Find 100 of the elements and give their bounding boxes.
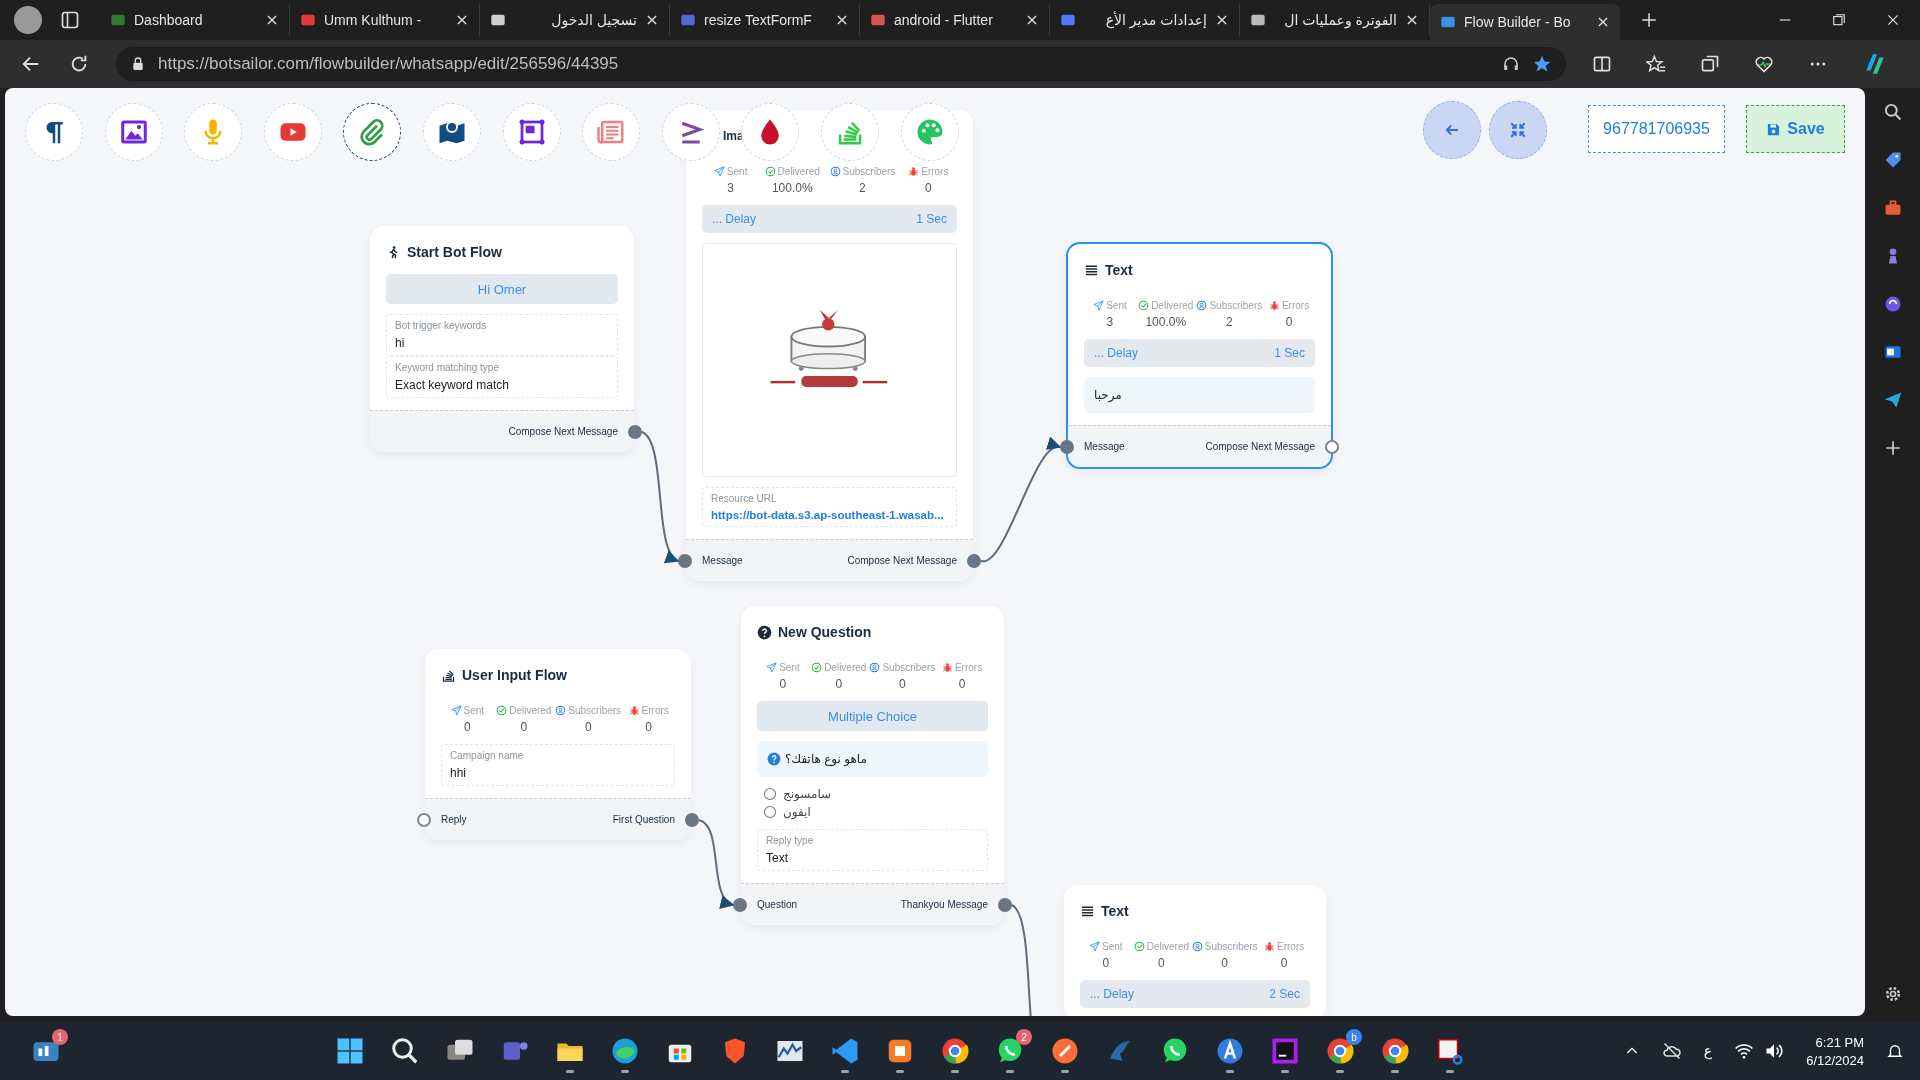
browser-tab[interactable]: تسجيل الدخول bbox=[480, 4, 670, 36]
browser-tab[interactable]: Flow Builder - Bo bbox=[1430, 4, 1620, 40]
port-label: Message bbox=[702, 555, 743, 566]
check-circle-icon bbox=[1133, 941, 1145, 952]
restore-icon[interactable] bbox=[1832, 13, 1846, 27]
connection-port[interactable] bbox=[685, 813, 699, 827]
browser-icon[interactable] bbox=[610, 1036, 640, 1066]
connection-port[interactable] bbox=[733, 898, 747, 912]
flow-node[interactable]: Text Sent 0 Delivered 0 Subscribers 0 Errors 0 ... Delay 2 Sec bbox=[1064, 885, 1326, 1016]
check-circle-icon bbox=[811, 662, 823, 673]
address-field[interactable]: https://botsailor.com/flowbuilder/whatsapp/edit/256596/44395 bbox=[116, 47, 1566, 81]
collections-icon[interactable] bbox=[1700, 54, 1720, 74]
field-value: Text bbox=[766, 851, 789, 865]
bug-icon bbox=[628, 705, 640, 716]
close-icon[interactable] bbox=[455, 13, 469, 27]
stat-label: Delivered bbox=[1146, 941, 1189, 952]
connection-port[interactable] bbox=[417, 813, 431, 827]
connection-port[interactable] bbox=[998, 898, 1012, 912]
port-label: Compose Next Message bbox=[847, 555, 957, 566]
stat-value: 0 bbox=[1279, 956, 1289, 970]
help-icon bbox=[767, 752, 781, 766]
stat-value: 0 bbox=[1157, 956, 1166, 970]
connection-port[interactable] bbox=[1060, 440, 1074, 454]
url-link[interactable]: https://bot-data.s3.ap-southeast-1.wasab... bbox=[711, 509, 948, 521]
bug-icon bbox=[1264, 941, 1276, 952]
tab-actions-icon[interactable] bbox=[60, 10, 80, 30]
close-icon[interactable] bbox=[1886, 13, 1900, 27]
connection-port[interactable] bbox=[967, 554, 981, 568]
check-circle-icon bbox=[1138, 300, 1150, 311]
stat-label: Delivered bbox=[824, 662, 867, 673]
browser-tab[interactable]: Umm Kulthum - bbox=[290, 4, 480, 36]
stat-value: 0 bbox=[924, 181, 933, 195]
user-circle-icon bbox=[1196, 300, 1208, 311]
stat-value: 0 bbox=[1284, 315, 1294, 329]
stat-value: 0 bbox=[1220, 956, 1230, 970]
stat-label: Sent bbox=[1102, 941, 1123, 952]
clock-date: 6/12/2024 bbox=[1806, 1052, 1864, 1068]
clock[interactable]: 6:21 PM 6/12/2024 bbox=[1806, 1034, 1864, 1068]
code-editor-icon[interactable] bbox=[830, 1036, 860, 1066]
new-tab-icon[interactable] bbox=[1640, 11, 1658, 29]
count-badge: 2 bbox=[1016, 1029, 1032, 1045]
port-label: Compose Next Message bbox=[1205, 441, 1315, 452]
browser-tab[interactable]: إعدادات مدير الأع bbox=[1050, 4, 1240, 36]
headphones-icon[interactable] bbox=[1502, 55, 1520, 73]
browser-tab[interactable]: Dashboard bbox=[100, 4, 290, 36]
radio-button[interactable] bbox=[763, 787, 777, 801]
close-icon[interactable] bbox=[1215, 13, 1229, 27]
field-value: hhi bbox=[450, 766, 467, 780]
stat-value: 0 bbox=[519, 720, 529, 734]
field-label: Reply type bbox=[766, 835, 815, 846]
wifi-icon[interactable] bbox=[1734, 1041, 1755, 1061]
user-circle-icon bbox=[1191, 941, 1203, 952]
connection-port[interactable] bbox=[678, 554, 692, 568]
browser-tab[interactable]: android - Flutter bbox=[860, 4, 1050, 36]
stat-label: Delivered bbox=[509, 705, 552, 716]
phone-number-field[interactable]: 967781706935 bbox=[1588, 105, 1725, 153]
delay-value: 1 Sec bbox=[916, 212, 947, 226]
close-icon[interactable] bbox=[265, 13, 279, 27]
input-language-indicator[interactable]: ع bbox=[1703, 1043, 1713, 1059]
delay-value: 2 Sec bbox=[1269, 987, 1300, 1001]
favicon-icon bbox=[680, 12, 696, 28]
collapse-button[interactable] bbox=[1489, 101, 1547, 159]
browser-icon[interactable] bbox=[1380, 1036, 1410, 1066]
count-badge: 1 bbox=[52, 1029, 68, 1045]
profile-avatar[interactable] bbox=[14, 6, 42, 34]
notification-bell-icon[interactable] bbox=[1886, 1042, 1904, 1060]
search-icon[interactable] bbox=[1882, 102, 1903, 122]
close-icon[interactable] bbox=[835, 13, 849, 27]
connection-port[interactable] bbox=[1325, 440, 1339, 454]
heart-icon[interactable] bbox=[1754, 54, 1774, 74]
user-circle-icon bbox=[555, 705, 567, 716]
close-icon[interactable] bbox=[645, 13, 659, 27]
port-label: Reply bbox=[441, 814, 467, 825]
code-editor-icon[interactable] bbox=[1270, 1036, 1300, 1066]
star-icon[interactable] bbox=[1532, 54, 1552, 74]
radio-button[interactable] bbox=[763, 805, 777, 819]
stat-label: Sent bbox=[1106, 300, 1127, 311]
favicon-icon bbox=[870, 12, 886, 28]
stat-value: 2 bbox=[1225, 315, 1234, 329]
windows-icon[interactable] bbox=[335, 1036, 365, 1066]
browser-tab[interactable]: resize TextFormF bbox=[670, 4, 860, 36]
connection-port[interactable] bbox=[628, 425, 642, 439]
browser-icon[interactable] bbox=[940, 1036, 970, 1066]
search-icon[interactable] bbox=[390, 1036, 420, 1066]
port-label: Thankyou Message bbox=[900, 899, 988, 910]
option-label: سامسونج bbox=[783, 787, 832, 801]
stat-label: Sent bbox=[726, 166, 748, 177]
profile-badge: b bbox=[1346, 1029, 1362, 1045]
cloud-off-icon[interactable] bbox=[1661, 1041, 1682, 1061]
favorites-icon[interactable] bbox=[1646, 54, 1666, 74]
close-icon[interactable] bbox=[1596, 15, 1610, 29]
stat-label: Errors bbox=[921, 166, 949, 177]
stat-value: 2 bbox=[858, 181, 867, 195]
favicon-icon bbox=[1060, 12, 1076, 28]
field-label: Keyword matching type bbox=[395, 362, 500, 373]
close-icon[interactable] bbox=[1025, 13, 1039, 27]
port-label: Message bbox=[1084, 441, 1125, 452]
send-icon bbox=[1089, 941, 1101, 952]
split-screen-icon[interactable] bbox=[1592, 54, 1612, 74]
close-icon[interactable] bbox=[1405, 13, 1419, 27]
